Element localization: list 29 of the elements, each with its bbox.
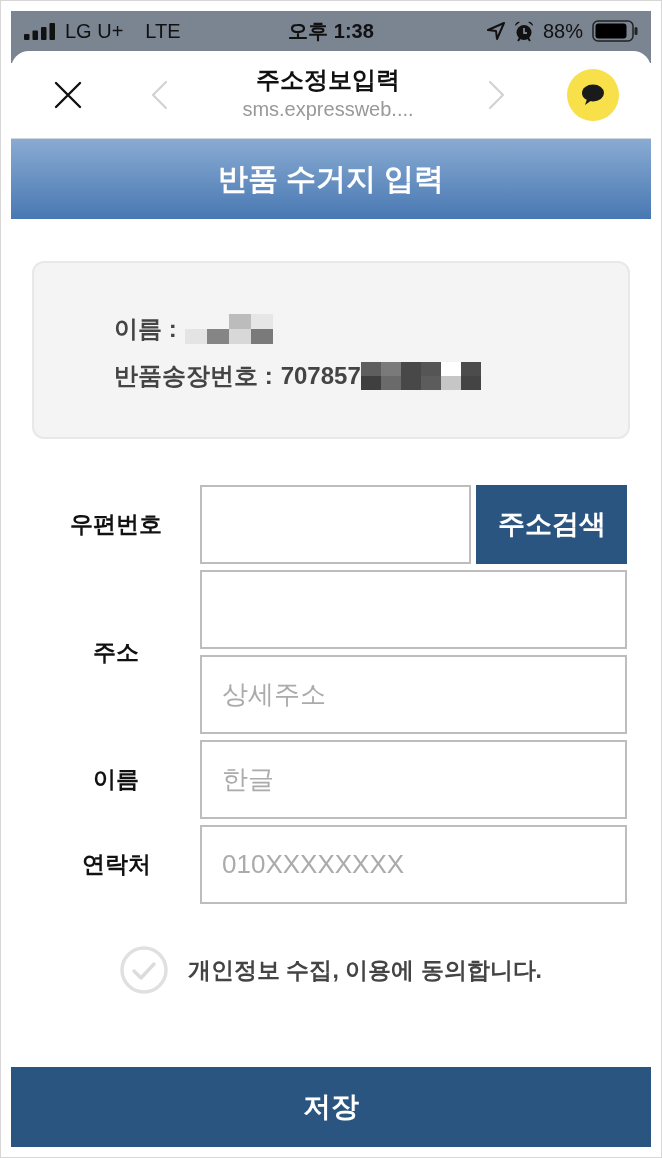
status-time: 오후 1:38 — [288, 21, 374, 41]
section-title: 반품 수거지 입력 — [217, 164, 445, 194]
field-label: 이름 — [93, 768, 139, 791]
invoice-number: 707857 — [280, 363, 361, 388]
address-search-button[interactable]: 주소검색 — [476, 485, 627, 564]
input-field[interactable]: 한글 — [200, 740, 627, 819]
signal-bars-icon — [24, 22, 56, 40]
save-button[interactable]: 저장 — [11, 1067, 651, 1147]
input-field[interactable] — [200, 570, 627, 649]
info-label: 이름 : — [114, 316, 177, 341]
carrier-name: LG U+ — [65, 21, 124, 41]
location-arrow-icon — [486, 22, 505, 40]
battery-icon — [592, 20, 638, 42]
check-circle-icon[interactable] — [120, 946, 168, 994]
page-title: 주소정보입력 — [256, 64, 400, 95]
alarm-clock-icon — [513, 20, 534, 42]
field-label: 연락처 — [81, 853, 151, 876]
field-label: 주소 — [93, 640, 139, 664]
chat-bubble-icon[interactable] — [567, 68, 619, 121]
input-field[interactable]: 상세주소 — [200, 655, 627, 734]
input-field[interactable] — [200, 485, 471, 564]
close-icon[interactable] — [54, 80, 82, 109]
info-label: 반품송장번호 : — [114, 363, 273, 388]
field-label: 우편번호 — [70, 513, 162, 536]
network-type: LTE — [145, 21, 181, 41]
page-url: sms.expressweb.... — [242, 96, 414, 121]
battery-percent: 88% — [542, 21, 583, 41]
consent-label: 개인정보 수집, 이용에 동의합니다. — [188, 958, 542, 982]
input-field[interactable]: 010XXXXXXXX — [200, 825, 627, 904]
